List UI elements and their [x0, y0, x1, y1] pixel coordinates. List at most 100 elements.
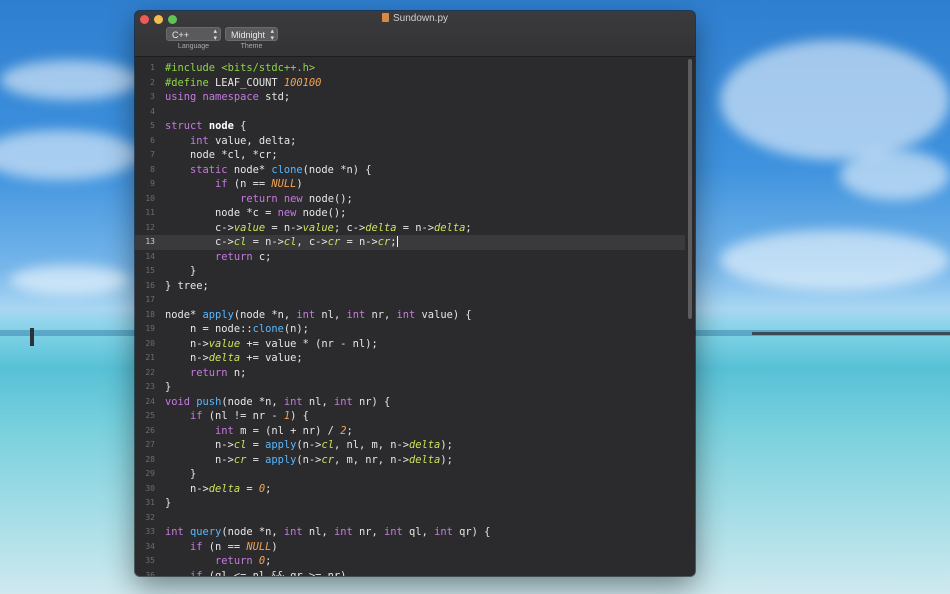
code-line[interactable]: 5 struct node { [135, 119, 685, 134]
line-number: 1 [150, 63, 155, 72]
code-text: node *c = new node(); [165, 207, 347, 219]
code-line[interactable]: 27 n->cl = apply(n->cl, nl, m, n->delta)… [135, 438, 685, 453]
code-text: if (n == NULL) [215, 178, 303, 190]
code-text: n->value += value * (nr - nl); [165, 337, 378, 350]
code-line[interactable]: 24 void push(node *n, int nl, int nr) { [135, 395, 685, 410]
code-line[interactable]: 33 int query(node *n, int nl, int nr, int… [135, 525, 685, 540]
updown-chevron-icon: ▴ ▾ [270, 28, 274, 42]
language-control: C++ ▴ ▾ Language [166, 27, 221, 50]
python-file-icon [381, 13, 389, 22]
code-text: int m = (nl + nr) / 2; [215, 424, 353, 437]
code-line[interactable]: 9 if (n == NULL) [135, 177, 685, 192]
code-text: n = node::clone(n); [165, 323, 309, 335]
line-number: 19 [145, 324, 155, 333]
code-line[interactable]: 26 int m = (nl + nr) / 2; [135, 424, 685, 439]
code-text: } [165, 497, 172, 509]
code-line[interactable]: 28 n->cr = apply(n->cr, m, nr, n->delta)… [135, 453, 685, 468]
pier [752, 332, 950, 335]
code-text: } [165, 468, 197, 480]
cloud [840, 150, 950, 200]
line-number: 26 [145, 425, 155, 435]
code-text: } [165, 265, 197, 277]
code-text: return new node(); [240, 192, 353, 205]
code-line[interactable]: 32 [135, 511, 685, 526]
code-text: return c; [215, 250, 272, 263]
code-text: } tree; [165, 279, 209, 292]
line-number: 24 [145, 396, 155, 406]
code-line[interactable]: 15 } [135, 264, 685, 279]
code-line[interactable]: 3 using namespace std; [135, 90, 685, 105]
code-line[interactable]: 14 return c; [135, 250, 685, 265]
code-text: n->cl = apply(n->cl, nl, m, n->delta); [165, 439, 453, 451]
language-select[interactable]: C++ ▴ ▾ [166, 27, 221, 42]
code-line[interactable]: 30 n->delta = 0; [135, 482, 685, 497]
code-line[interactable]: 18 node* apply(node *n, int nl, int nr, i… [135, 308, 685, 323]
theme-caption: Theme [240, 43, 263, 50]
code-line[interactable]: 35 return 0; [135, 554, 685, 569]
code-line[interactable]: 1 #include <bits/stdc++.h> [135, 61, 685, 76]
code-line[interactable]: 13 c->cl = n->cl, c->cr = n->cr; [135, 235, 685, 250]
code-line[interactable]: 22 return n; [135, 366, 685, 381]
editor-window: Sundown.py C++ ▴ ▾ Language Midnight ▴ ▾ T… [135, 11, 695, 576]
code-line[interactable]: 21 n->delta += value; [135, 351, 685, 366]
post [30, 328, 34, 346]
code-editor[interactable]: 1 #include <bits/stdc++.h> 2 #define LEAF_C… [135, 57, 695, 576]
line-number: 12 [145, 222, 155, 232]
line-number: 13 [145, 237, 155, 246]
line-number: 8 [150, 164, 155, 174]
cloud [0, 130, 140, 180]
line-number: 23 [145, 382, 155, 391]
code-line[interactable]: 6 int value, delta; [135, 134, 685, 149]
code-line[interactable]: 25 if (nl != nr - 1) { [135, 409, 685, 424]
code-line[interactable]: 17 [135, 293, 685, 308]
code-line[interactable]: 34 if (n == NULL) [135, 540, 685, 555]
line-number: 31 [145, 498, 155, 507]
text-cursor [396, 236, 398, 247]
code-text: #define LEAF_COUNT 100100 [165, 76, 322, 89]
cloud [0, 60, 140, 100]
code-line[interactable]: 10 return new node(); [135, 192, 685, 207]
code-line[interactable]: 36 if (ql <= nl && qr >= nr) [135, 569, 685, 577]
code-line[interactable]: 12 c->value = n->value; c->delta = n->de… [135, 221, 685, 236]
language-caption: Language [177, 43, 210, 50]
code-line[interactable]: 11 node *c = new node(); [135, 206, 685, 221]
line-number: 16 [145, 280, 155, 290]
code-text: return n; [190, 366, 247, 379]
theme-select[interactable]: Midnight ▴ ▾ [225, 27, 278, 42]
code-line[interactable]: 8 static node* clone(node *n) { [135, 163, 685, 178]
vertical-scrollbar[interactable] [688, 59, 692, 319]
code-text: if (ql <= nl && qr >= nr) [190, 569, 347, 577]
code-line[interactable]: 23} [135, 380, 685, 395]
code-text: #include <bits/stdc++.h> [165, 62, 316, 74]
code-line[interactable]: 20 n->value += value * (nr - nl); [135, 337, 685, 352]
line-number: 32 [145, 512, 155, 522]
code-text: node *cl, *cr; [165, 149, 278, 161]
code-line[interactable]: 2 #define LEAF_COUNT 100100 [135, 76, 685, 91]
code-text: n->delta += value; [165, 352, 303, 364]
theme-control: Midnight ▴ ▾ Theme [225, 27, 278, 50]
code-text: struct node { [165, 120, 247, 132]
code-text: using namespace std; [165, 91, 291, 103]
line-number: 18 [145, 309, 155, 319]
code-text: int query(node *n, int nl, int nr, int q… [165, 526, 491, 538]
titlebar[interactable]: Sundown.py C++ ▴ ▾ Language Midnight ▴ ▾ T… [135, 11, 695, 57]
cloud [720, 230, 950, 290]
line-number: 17 [145, 295, 155, 304]
line-number: 35 [145, 556, 155, 565]
line-number: 33 [145, 527, 155, 536]
code-text: if (nl != nr - 1) { [190, 410, 309, 422]
code-line[interactable]: 29 } [135, 467, 685, 482]
code-line[interactable]: 31} [135, 496, 685, 511]
code-line[interactable]: 4 [135, 105, 685, 120]
line-number: 9 [150, 179, 155, 188]
line-number: 4 [150, 106, 155, 116]
line-number: 27 [145, 440, 155, 449]
line-number: 36 [145, 570, 155, 577]
line-number: 25 [145, 411, 155, 420]
code-line[interactable]: 19 n = node::clone(n); [135, 322, 685, 337]
code-text: n->cr = apply(n->cr, m, nr, n->delta); [165, 453, 453, 466]
line-number: 21 [145, 353, 155, 362]
line-number: 3 [150, 92, 155, 101]
code-line[interactable]: 7 node *cl, *cr; [135, 148, 685, 163]
code-line[interactable]: 16 } tree; [135, 279, 685, 294]
